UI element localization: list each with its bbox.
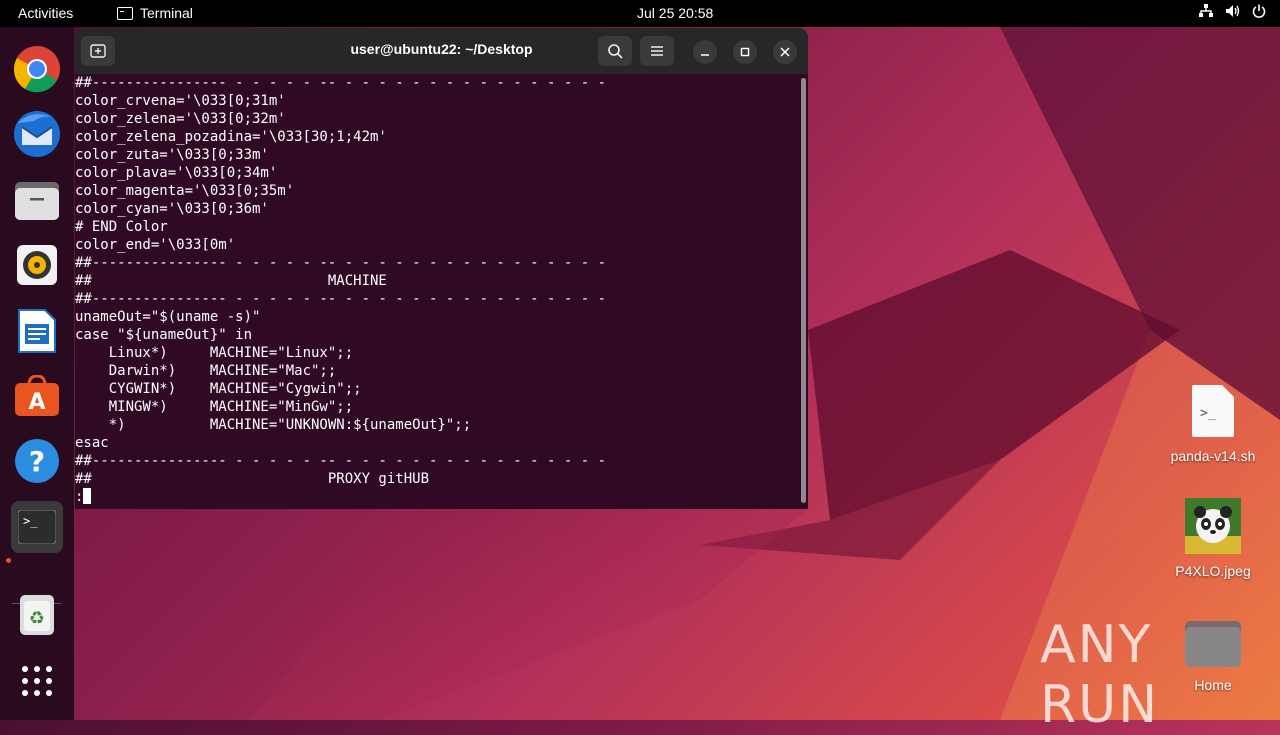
appcenter-icon: A [15, 375, 59, 416]
dock-item-app-center[interactable]: A [11, 370, 63, 422]
hamburger-menu-icon [651, 46, 663, 56]
terminal-line: Darwin*) MACHINE="Mac";; [75, 363, 337, 379]
terminal-output[interactable]: ##---------------- - - - - - -- - - - - … [75, 74, 798, 509]
volume-icon [1226, 5, 1240, 17]
running-indicator [6, 558, 11, 563]
svg-text:>_: >_ [23, 514, 38, 528]
terminal-headerbar[interactable]: user@ubuntu22: ~/Desktop [75, 28, 808, 74]
network-icon [1199, 4, 1213, 17]
terminal-line: color_magenta='\033[0;35m' [75, 183, 295, 199]
terminal-icon: >_ [18, 510, 56, 544]
terminal-cursor [83, 488, 92, 504]
pager-prompt-text: : [75, 489, 84, 505]
terminal-line: Linux*) MACHINE="Linux";; [75, 345, 354, 361]
desktop-icon-label: panda-v14.sh [1170, 448, 1256, 464]
terminal-line: color_end='\033[0m' [75, 237, 236, 253]
svg-text:?: ? [29, 445, 45, 478]
files-icon [15, 182, 59, 220]
minimize-icon [701, 54, 709, 56]
terminal-line: CYGWIN*) MACHINE="Cygwin";; [75, 381, 362, 397]
close-icon [780, 47, 790, 57]
writer-icon [18, 309, 56, 353]
terminal-line: ## PROXY gitHUB [75, 471, 430, 487]
top-bar: Activities Terminal Jul 25 20:58 [0, 0, 1280, 27]
menu-button[interactable] [640, 36, 674, 66]
terminal-line: MINGW*) MACHINE="MinGw";; [75, 399, 354, 415]
terminal-line: color_zuta='\033[0;33m' [75, 147, 269, 163]
close-button[interactable] [773, 40, 797, 64]
minimize-button[interactable] [693, 40, 717, 64]
watermark-text: ANY RUN [1040, 615, 1160, 735]
image-file-icon [1185, 498, 1241, 554]
terminal-window[interactable]: user@ubuntu22: ~/Desktop ##-------------… [75, 28, 808, 509]
terminal-app-icon [117, 6, 133, 20]
dock-item-help[interactable]: ? [11, 435, 63, 487]
power-icon [1252, 4, 1266, 18]
dock-item-writer[interactable] [11, 305, 63, 357]
terminal-line: unameOut="$(uname -s)" [75, 309, 261, 325]
terminal-line: ##---------------- - - - - - -- - - - - … [75, 291, 607, 307]
terminal-line: color_cyan='\033[0;36m' [75, 201, 269, 217]
terminal-line: color_crvena='\033[0;31m' [75, 93, 286, 109]
terminal-line: *) MACHINE="UNKNOWN:${unameOut}";; [75, 417, 472, 433]
dock: A ? >_ ♻ [0, 27, 74, 720]
system-tray[interactable] [1198, 4, 1266, 18]
terminal-line: # END Color [75, 219, 168, 235]
terminal-line: color_zelena='\033[0;32m' [75, 111, 286, 127]
app-menu[interactable]: Terminal [117, 5, 193, 21]
svg-text:A: A [28, 390, 45, 415]
terminal-line: esac [75, 435, 109, 451]
clock[interactable]: Jul 25 20:58 [637, 5, 713, 21]
terminal-line: ##---------------- - - - - - -- - - - - … [75, 75, 607, 91]
search-button[interactable] [598, 36, 632, 66]
maximize-button[interactable] [733, 40, 757, 64]
thunderbird-icon [14, 111, 60, 157]
maximize-icon [740, 47, 750, 57]
terminal-line: ##---------------- - - - - - -- - - - - … [75, 255, 607, 271]
terminal-scrollbar[interactable] [801, 78, 806, 503]
terminal-line: color_plava='\033[0;34m' [75, 165, 278, 181]
anyrun-watermark: ANY RUN [1040, 615, 1280, 735]
dock-item-trash[interactable]: ♻ [11, 589, 63, 641]
dock-item-terminal[interactable]: >_ [11, 501, 63, 553]
trash-icon: ♻ [20, 595, 54, 635]
dock-item-thunderbird[interactable] [11, 108, 63, 160]
search-icon [607, 43, 623, 59]
desktop-icon-p4xlo-image[interactable]: P4XLO.jpeg [1158, 498, 1268, 579]
pager-prompt[interactable]: : [75, 488, 798, 506]
script-file-icon: >_ [1192, 385, 1234, 437]
rhythmbox-icon [17, 245, 57, 285]
terminal-line: color_zelena_pozadina='\033[30;1;42m' [75, 129, 387, 145]
svg-text:>_: >_ [1200, 406, 1216, 421]
terminal-line: ##---------------- - - - - - -- - - - - … [75, 453, 607, 469]
desktop-icon-label: P4XLO.jpeg [1175, 563, 1251, 579]
grid-icon [22, 666, 52, 696]
terminal-line: ## MACHINE [75, 273, 387, 289]
chrome-icon [13, 46, 60, 93]
desktop-icon-panda-script[interactable]: >_ panda-v14.sh [1158, 383, 1268, 464]
dock-item-files[interactable] [11, 174, 63, 226]
terminal-line: case "${unameOut}" in [75, 327, 253, 343]
show-apps-button[interactable] [11, 655, 63, 707]
svg-text:♻: ♻ [29, 608, 45, 629]
activities-button[interactable]: Activities [18, 5, 73, 21]
dock-item-chrome[interactable] [11, 43, 63, 95]
help-icon: ? [15, 439, 59, 483]
dock-item-rhythmbox[interactable] [11, 239, 63, 291]
app-menu-label: Terminal [140, 5, 193, 21]
